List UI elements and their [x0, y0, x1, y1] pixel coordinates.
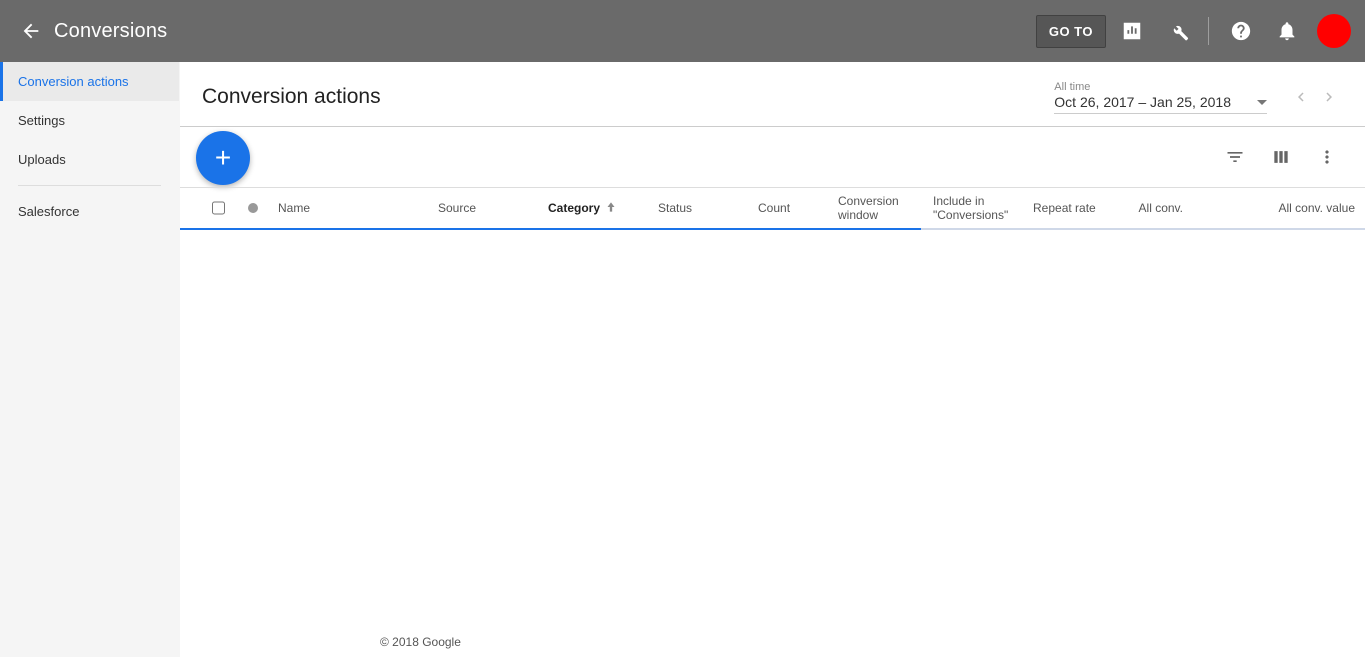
back-button[interactable]	[14, 14, 48, 48]
bell-icon	[1276, 20, 1298, 42]
sidebar: Conversion actions Settings Uploads Sale…	[0, 62, 180, 657]
date-range-label: All time	[1054, 80, 1090, 94]
notifications-button[interactable]	[1267, 11, 1307, 51]
add-conversion-button[interactable]: +	[196, 131, 250, 185]
column-count[interactable]: Count	[748, 188, 828, 228]
column-category[interactable]: Category	[538, 188, 648, 228]
main-content: Conversion actions All time Oct 26, 2017…	[180, 62, 1365, 657]
column-status-dot[interactable]	[238, 188, 268, 228]
account-avatar[interactable]	[1317, 14, 1351, 48]
help-icon	[1230, 20, 1252, 42]
column-status[interactable]: Status	[648, 188, 748, 228]
reports-button[interactable]	[1112, 11, 1152, 51]
column-source[interactable]: Source	[428, 188, 538, 228]
goto-button[interactable]: GO TO	[1036, 15, 1106, 48]
sidebar-item-label: Salesforce	[18, 204, 79, 219]
table-wrapper: Name Source Category Status Count Conver…	[180, 187, 1365, 657]
select-all-checkbox[interactable]	[212, 200, 225, 216]
sidebar-item-label: Settings	[18, 113, 65, 128]
help-button[interactable]	[1221, 11, 1261, 51]
sort-asc-icon	[604, 200, 618, 217]
sidebar-item-uploads[interactable]: Uploads	[0, 140, 179, 179]
toolbar-separator	[1208, 17, 1209, 45]
sidebar-item-conversion-actions[interactable]: Conversion actions	[0, 62, 179, 101]
date-range-picker[interactable]: Oct 26, 2017 – Jan 25, 2018	[1054, 94, 1267, 114]
column-conversion-window[interactable]: Conversion window	[828, 188, 923, 228]
arrow-left-icon	[20, 20, 42, 42]
page-header-title: Conversions	[54, 20, 167, 43]
more-button[interactable]	[1307, 137, 1347, 177]
bar-chart-icon	[1121, 20, 1143, 42]
sidebar-item-label: Uploads	[18, 152, 66, 167]
column-repeat-rate[interactable]: Repeat rate	[1023, 188, 1123, 228]
plus-icon: +	[215, 142, 231, 174]
chevron-down-icon	[1257, 100, 1267, 105]
sidebar-item-settings[interactable]: Settings	[0, 101, 179, 140]
date-range-value: Oct 26, 2017 – Jan 25, 2018	[1054, 94, 1231, 110]
more-vert-icon	[1317, 147, 1337, 167]
wrench-icon	[1167, 20, 1189, 42]
columns-icon	[1271, 147, 1291, 167]
table-header-row: Name Source Category Status Count Conver…	[180, 187, 1365, 230]
columns-button[interactable]	[1261, 137, 1301, 177]
top-bar: Conversions GO TO	[0, 0, 1365, 62]
page-head: Conversion actions All time Oct 26, 2017…	[180, 62, 1365, 126]
table-toolbar: +	[180, 127, 1365, 187]
column-all-conv-value[interactable]: All conv. value	[1193, 188, 1365, 228]
sidebar-divider	[18, 185, 161, 186]
column-include-in-conversions[interactable]: Include in "Conversions"	[923, 188, 1023, 228]
column-all-conv[interactable]: All conv.	[1123, 188, 1193, 228]
status-dot-icon	[248, 203, 258, 213]
chevron-right-icon	[1320, 88, 1338, 106]
page-title: Conversion actions	[202, 85, 381, 109]
date-next-button[interactable]	[1315, 83, 1343, 111]
filter-button[interactable]	[1215, 137, 1255, 177]
sidebar-item-label: Conversion actions	[18, 74, 129, 89]
sidebar-item-salesforce[interactable]: Salesforce	[0, 192, 179, 231]
chevron-left-icon	[1292, 88, 1310, 106]
tools-button[interactable]	[1158, 11, 1198, 51]
column-select-all[interactable]	[198, 188, 238, 228]
filter-icon	[1225, 147, 1245, 167]
column-name[interactable]: Name	[268, 188, 428, 228]
footer-copyright: © 2018 Google	[380, 635, 461, 649]
date-prev-button[interactable]	[1287, 83, 1315, 111]
